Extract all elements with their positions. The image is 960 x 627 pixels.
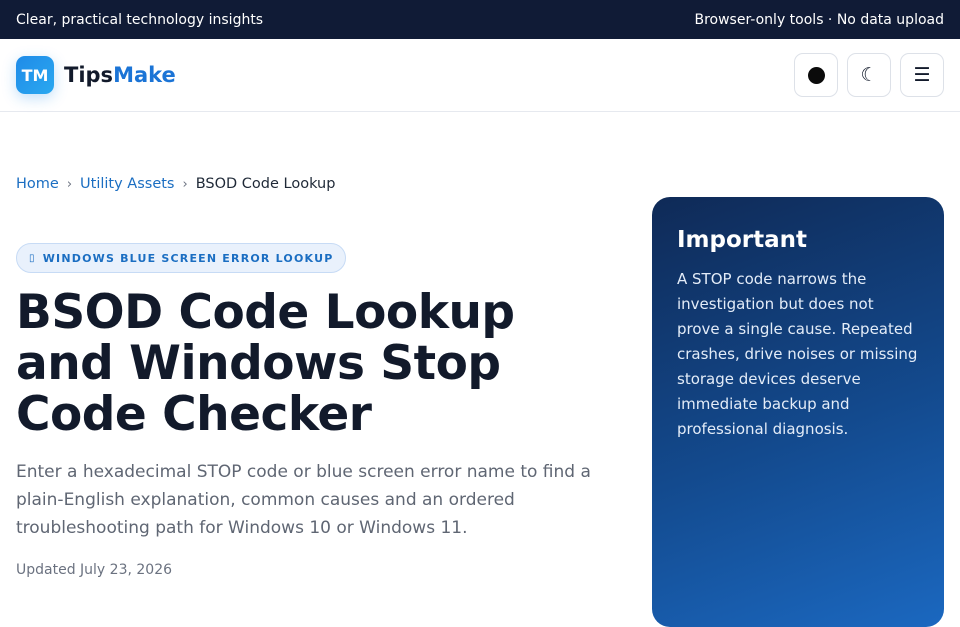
category-badge: ▯ WINDOWS BLUE SCREEN ERROR LOOKUP [16, 243, 347, 273]
hero-section: ▯ WINDOWS BLUE SCREEN ERROR LOOKUP BSOD … [16, 243, 616, 578]
category-badge-label: WINDOWS BLUE SCREEN ERROR LOOKUP [42, 251, 334, 265]
page-lead: Enter a hexadecimal STOP code or blue sc… [16, 462, 591, 538]
important-callout: Important A STOP code narrows the invest… [652, 197, 944, 627]
page-title: BSOD Code Lookup and Windows Stop Code C… [16, 285, 515, 442]
site-header: TM TipsMake ☾ ☰ [0, 39, 960, 112]
chevron-right-icon: › [182, 176, 188, 192]
chevron-right-icon: › [66, 176, 73, 192]
circle-dot-icon [807, 66, 825, 84]
top-announcement-bar: Clear, practical technology insights Bro… [0, 0, 960, 39]
callout-body: A STOP code narrows the investigation bu… [677, 270, 918, 438]
updated-date: Updated July 23, 2026 [16, 562, 173, 578]
header-actions: ☾ ☰ [794, 53, 944, 97]
tipsmake-logo-icon: TM [16, 56, 54, 94]
theme-toggle-button[interactable]: ☾ [847, 53, 891, 97]
brand-logo-link[interactable]: TM TipsMake [16, 56, 176, 94]
menu-button[interactable]: ☰ [900, 53, 944, 97]
accent-toggle-button[interactable] [794, 53, 838, 97]
topbar-notice: Browser-only tools · No data upload [694, 11, 944, 28]
monitor-icon: ▯ [29, 252, 36, 264]
breadcrumb-home-link[interactable]: Home [16, 176, 59, 192]
brand-name: TipsMake [64, 63, 176, 87]
callout-title: Important [677, 227, 808, 253]
breadcrumb: Home › Utility Assets › BSOD Code Lookup [16, 176, 335, 192]
breadcrumb-current: BSOD Code Lookup [195, 176, 336, 192]
moon-icon: ☾ [860, 64, 878, 86]
brand-name-part1: Tips [64, 63, 114, 87]
topbar-tagline: Clear, practical technology insights [16, 11, 264, 28]
hamburger-menu-icon: ☰ [913, 64, 931, 86]
breadcrumb-section-link[interactable]: Utility Assets [80, 176, 174, 192]
brand-name-part2: Make [113, 63, 176, 87]
